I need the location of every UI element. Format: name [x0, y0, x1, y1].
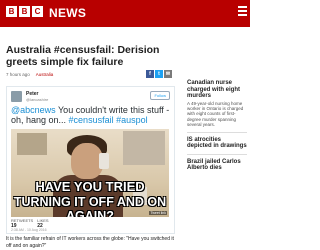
top-navigation-bar: B B C NEWS [0, 0, 250, 27]
avatar[interactable] [11, 91, 22, 102]
tweet-handle[interactable]: @lancashire [26, 97, 48, 102]
tweet-image[interactable]: HAVE YOU TRIED TURNING IT OFF AND ON AGA… [11, 129, 169, 217]
phone-handset [99, 153, 109, 169]
background-poster [17, 133, 47, 155]
image-credit[interactable]: Tweet link [149, 211, 167, 215]
bbc-logo-letter-c: C [32, 6, 43, 17]
menu-icon[interactable] [238, 6, 247, 16]
article-time: 7 hours ago [6, 72, 30, 77]
news-section-title[interactable]: NEWS [49, 7, 86, 19]
tweet-author[interactable]: Peter @lancashire [11, 91, 48, 102]
article-section-link[interactable]: Australia [36, 72, 54, 77]
facebook-icon[interactable]: f [146, 70, 154, 78]
sidebar-story-headline[interactable]: Canadian nurse charged with eight murder… [187, 80, 247, 100]
divider [187, 153, 247, 155]
sidebar-story-2[interactable]: IS atrocities depicted in drawings [187, 137, 247, 150]
tweet-mention-link[interactable]: @abcnews [11, 105, 56, 115]
article-headline: Australia #censusfail: Derision greets s… [6, 44, 160, 68]
tweet-text: @abcnews You couldn't write this stuff -… [11, 105, 171, 125]
divider [187, 131, 247, 133]
share-tools: f t ✉ [146, 70, 172, 78]
bbc-logo-letter-b1: B [6, 6, 17, 17]
background-poster-2 [123, 131, 165, 165]
bbc-logo-letter-b2: B [19, 6, 30, 17]
sidebar-story-summary: A 49-year-old nursing home worker in Ont… [187, 100, 244, 128]
sidebar-story-1[interactable]: Canadian nurse charged with eight murder… [187, 80, 247, 128]
sidebar-story-3[interactable]: Brazil jailed Carlos Alberto dies [187, 159, 247, 172]
meme-caption-line-2: TURNING IT OFF AND ON AGAIN? [13, 195, 167, 217]
tweet-hashtags[interactable]: #censusfail #auspol [69, 115, 148, 125]
bbc-logo[interactable]: B B C [6, 6, 43, 17]
sidebar-story-headline[interactable]: Brazil jailed Carlos Alberto dies [187, 159, 247, 172]
tweet-timestamp[interactable]: 2:38 AM - 10 Aug 2016 [11, 228, 47, 232]
sidebar-story-headline[interactable]: IS atrocities depicted in drawings [187, 137, 247, 150]
sidebar-top-stories: Canadian nurse charged with eight murder… [187, 80, 247, 176]
email-icon[interactable]: ✉ [164, 70, 172, 78]
meme-caption-line-1: HAVE YOU TRIED [35, 179, 145, 194]
twitter-icon[interactable]: t [155, 70, 163, 78]
embedded-tweet: Peter @lancashire Follow @abcnews You co… [6, 86, 175, 234]
follow-button[interactable]: Follow [150, 91, 170, 100]
article-body-paragraph: It is the familiar refrain of IT workers… [6, 236, 174, 249]
article-meta: 7 hours ago Australia [6, 72, 53, 77]
